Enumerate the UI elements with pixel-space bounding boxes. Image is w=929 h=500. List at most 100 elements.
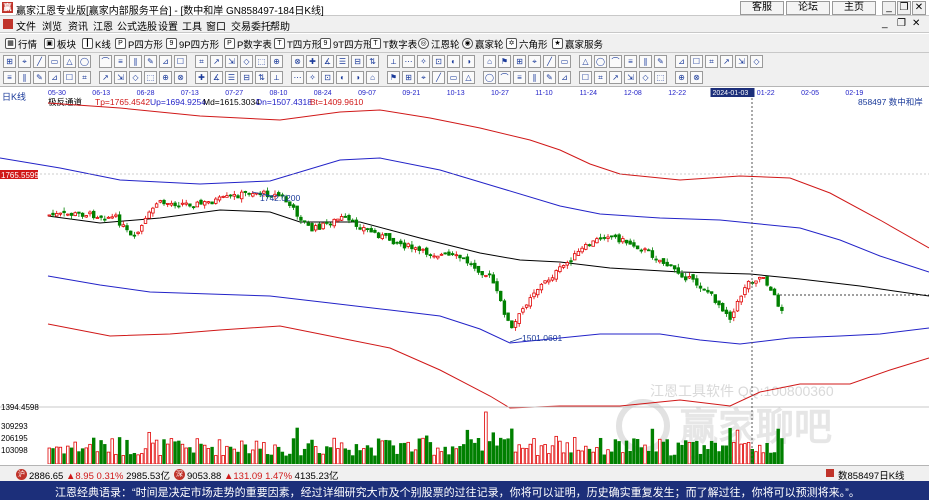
draw-tool-2-22-icon[interactable]: ◐ [336,71,349,84]
sz-index-info[interactable]: 9053.88 ▲131.09 1.47% 4135.23亿 [187,468,339,482]
kline-chart[interactable]: 05-30 06-13 06-28 07-13 07-27 08-10 08-24 09-07… [0,88,929,464]
draw-tool-2-40-icon[interactable]: ⇲ [624,71,637,84]
draw-tool-1-24-icon[interactable]: ⇅ [366,55,379,68]
draw-tool-1-31-icon[interactable]: ⌂ [483,55,496,68]
draw-tool-2-35-icon[interactable]: ✎ [543,71,556,84]
draw-tool-2-2-icon[interactable]: ∥ [18,71,31,84]
toolbar-t-square[interactable]: T T四方形 [274,36,321,51]
draw-tool-1-27-icon[interactable]: ✧ [417,55,430,68]
draw-tool-1-46-icon[interactable]: ↗ [720,55,733,68]
forum-link[interactable]: 论坛 [786,1,830,15]
draw-tool-1-25-icon[interactable]: ⟂ [387,55,400,68]
draw-tool-1-34-icon[interactable]: ⌖ [528,55,541,68]
draw-tool-1-1-icon[interactable]: ⊞ [3,55,16,68]
draw-tool-2-38-icon[interactable]: ⌗ [594,71,607,84]
draw-tool-2-14-icon[interactable]: ∡ [210,71,223,84]
draw-tool-2-34-icon[interactable]: ∥ [528,71,541,84]
draw-tool-1-5-icon[interactable]: △ [63,55,76,68]
toolbar-p-table[interactable]: P P数字表 [224,36,272,51]
draw-tool-2-17-icon[interactable]: ⇅ [255,71,268,84]
draw-tool-1-42-icon[interactable]: ✎ [654,55,667,68]
toolbar-p-square[interactable]: P P四方形 [115,36,163,51]
toolbar-9t-square[interactable]: 9 9T四方形 [320,36,373,51]
restore-icon[interactable]: ❐ [897,1,911,15]
draw-tool-1-22-icon[interactable]: ☰ [336,55,349,68]
draw-tool-2-24-icon[interactable]: ⌂ [366,71,379,84]
draw-tool-2-5-icon[interactable]: ☐ [63,71,76,84]
menu-file[interactable]: 文件 [16,18,36,33]
draw-tool-1-18-icon[interactable]: ⊕ [270,55,283,68]
draw-tool-1-11-icon[interactable]: ⊿ [159,55,172,68]
draw-tool-2-19-icon[interactable]: ⋯ [291,71,304,84]
child-minimize-icon[interactable]: _ [882,18,888,29]
draw-tool-1-36-icon[interactable]: ▭ [558,55,571,68]
menu-gann[interactable]: 江恩 [93,18,113,33]
toolbar-kline[interactable]: ┃ K线 [82,36,111,51]
minimize-icon[interactable]: _ [882,1,896,15]
draw-tool-1-9-icon[interactable]: ∥ [129,55,142,68]
draw-tool-2-26-icon[interactable]: ⊞ [402,71,415,84]
draw-tool-1-19-icon[interactable]: ⊗ [291,55,304,68]
draw-tool-2-39-icon[interactable]: ↗ [609,71,622,84]
draw-tool-2-7-icon[interactable]: ↗ [99,71,112,84]
draw-tool-1-3-icon[interactable]: ╱ [33,55,46,68]
draw-tool-1-15-icon[interactable]: ⇲ [225,55,238,68]
draw-tool-1-13-icon[interactable]: ⌗ [195,55,208,68]
draw-tool-2-11-icon[interactable]: ⊕ [159,71,172,84]
draw-tool-2-25-icon[interactable]: ⚑ [387,71,400,84]
draw-tool-1-10-icon[interactable]: ✎ [144,55,157,68]
draw-tool-2-10-icon[interactable]: ⬚ [144,71,157,84]
draw-tool-1-30-icon[interactable]: ◑ [462,55,475,68]
draw-tool-1-14-icon[interactable]: ↗ [210,55,223,68]
child-restore-icon[interactable]: ❐ [897,18,906,29]
draw-tool-1-6-icon[interactable]: ◯ [78,55,91,68]
draw-tool-2-4-icon[interactable]: ⊿ [48,71,61,84]
draw-tool-2-12-icon[interactable]: ⊗ [174,71,187,84]
draw-tool-2-27-icon[interactable]: ⌖ [417,71,430,84]
toolbar-service[interactable]: ★ 赢家服务 [552,36,603,51]
draw-tool-1-43-icon[interactable]: ⊿ [675,55,688,68]
menu-tools[interactable]: 工具 [182,18,202,33]
menu-browse[interactable]: 浏览 [42,18,62,33]
draw-tool-2-8-icon[interactable]: ⇲ [114,71,127,84]
draw-tool-2-41-icon[interactable]: ◇ [639,71,652,84]
menu-news[interactable]: 资讯 [68,18,88,33]
draw-tool-2-1-icon[interactable]: ≡ [3,71,16,84]
draw-tool-2-32-icon[interactable]: ⌒ [498,71,511,84]
toolbar-gann-wheel[interactable]: ◎ 江恩轮 [418,36,460,51]
draw-tool-2-18-icon[interactable]: ⟂ [270,71,283,84]
draw-tool-2-21-icon[interactable]: ⊡ [321,71,334,84]
draw-tool-2-44-icon[interactable]: ⊗ [690,71,703,84]
draw-tool-1-38-icon[interactable]: ◯ [594,55,607,68]
draw-tool-1-23-icon[interactable]: ⊟ [351,55,364,68]
draw-tool-2-16-icon[interactable]: ⊟ [240,71,253,84]
menu-trade[interactable]: 交易委托 [231,18,271,33]
draw-tool-1-41-icon[interactable]: ∥ [639,55,652,68]
draw-tool-1-28-icon[interactable]: ⊡ [432,55,445,68]
draw-tool-1-21-icon[interactable]: ∡ [321,55,334,68]
draw-tool-1-39-icon[interactable]: ⌒ [609,55,622,68]
menu-settings[interactable]: 设置 [158,18,178,33]
draw-tool-1-48-icon[interactable]: ◇ [750,55,763,68]
draw-tool-1-47-icon[interactable]: ⇲ [735,55,748,68]
draw-tool-2-28-icon[interactable]: ╱ [432,71,445,84]
draw-tool-2-6-icon[interactable]: ⌗ [78,71,91,84]
draw-tool-1-32-icon[interactable]: ⚑ [498,55,511,68]
toolbar-quotes[interactable]: ▦ 行情 [5,36,37,51]
draw-tool-2-33-icon[interactable]: ≡ [513,71,526,84]
draw-tool-2-15-icon[interactable]: ☰ [225,71,238,84]
draw-tool-1-4-icon[interactable]: ▭ [48,55,61,68]
close-icon[interactable]: ✕ [912,1,926,15]
toolbar-blocks[interactable]: ▣ 板块 [44,36,76,51]
menu-help[interactable]: 帮助 [270,18,290,33]
draw-tool-1-7-icon[interactable]: ⌒ [99,55,112,68]
homepage-link[interactable]: 主页 [832,1,876,15]
draw-tool-2-37-icon[interactable]: ☐ [579,71,592,84]
draw-tool-1-33-icon[interactable]: ⊞ [513,55,526,68]
toolbar-t-table[interactable]: T T数字表 [370,36,417,51]
toolbar-hexagon[interactable]: ✡ 六角形 [506,36,548,51]
draw-tool-2-42-icon[interactable]: ⬚ [654,71,667,84]
draw-tool-2-23-icon[interactable]: ◑ [351,71,364,84]
draw-tool-2-13-icon[interactable]: ✚ [195,71,208,84]
draw-tool-2-31-icon[interactable]: ◯ [483,71,496,84]
